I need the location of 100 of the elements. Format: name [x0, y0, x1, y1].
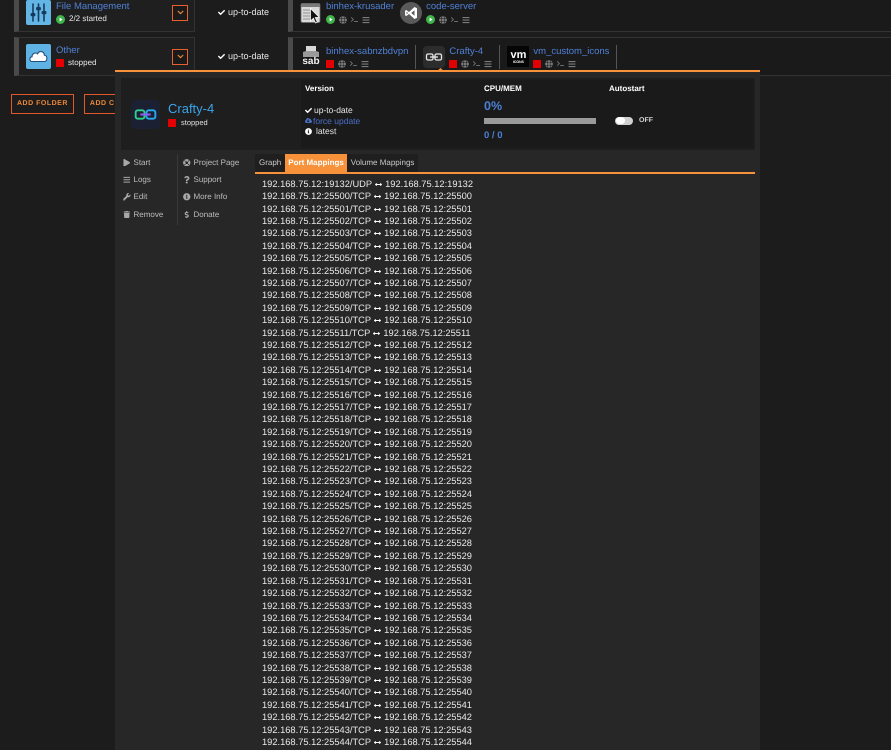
container-port-text: 192.168.75.12:25508: [384, 290, 472, 302]
globe-icon[interactable]: [339, 16, 347, 24]
double-arrow-icon: [374, 614, 382, 622]
update-status-text: up-to-date: [228, 7, 270, 18]
container-port-text: 192.168.75.12:25537: [384, 650, 472, 662]
tab[interactable]: Graph: [255, 154, 286, 172]
double-arrow-icon: [374, 230, 382, 238]
info-icon: [183, 193, 190, 201]
dollar-icon: [183, 210, 190, 218]
container-port-text: 192.168.75.12:25522: [384, 464, 472, 476]
host-port-text: 192.168.75.12:25544/TCP: [262, 736, 372, 748]
container-name-link[interactable]: binhex-krusader: [326, 1, 394, 12]
terminal-icon[interactable]: [351, 16, 358, 23]
container-port-text: 192.168.75.12:25524: [384, 488, 472, 500]
container-port-text: 192.168.75.12:25523: [384, 476, 472, 488]
terminal-icon[interactable]: [350, 60, 357, 67]
host-port-text: 192.168.75.12:25516/TCP: [262, 390, 372, 401]
double-arrow-icon: [374, 242, 382, 250]
container-port-text: 192.168.75.12:25513: [384, 352, 472, 364]
host-port-text: 192.168.75.12:25517/TCP: [262, 402, 372, 414]
menu-icon[interactable]: [568, 60, 576, 68]
action-link[interactable]: Edit: [123, 188, 177, 206]
double-arrow-icon: [374, 640, 382, 647]
container-port-text: 192.168.75.12:25533: [384, 600, 472, 612]
container-port-text: 192.168.75.12:25536: [384, 638, 472, 649]
host-port-text: 192.168.75.12:25522/TCP: [262, 464, 372, 476]
action-link[interactable]: Support: [183, 171, 240, 189]
dropdown-button[interactable]: [172, 4, 188, 20]
container-port-text: 192.168.75.12:25526: [384, 514, 472, 525]
host-port-text: 192.168.75.12:25526/TCP: [262, 514, 372, 525]
action-link[interactable]: Start: [123, 154, 177, 172]
tab[interactable]: Volume Mappings: [346, 154, 418, 172]
trash-icon: [123, 210, 130, 218]
dropdown-button[interactable]: [172, 48, 188, 64]
menu-icon[interactable]: [484, 60, 492, 68]
double-arrow-icon: [374, 528, 382, 536]
host-port-text: 192.168.75.12:25521/TCP: [262, 452, 372, 463]
double-arrow-icon: [374, 255, 382, 262]
container-port-text: 192.168.75.12:25532: [384, 588, 472, 600]
globe-icon[interactable]: [338, 60, 346, 68]
check-icon: [218, 9, 225, 16]
host-port-text: 192.168.75.12:25535/TCP: [262, 625, 372, 636]
double-arrow-icon: [374, 714, 382, 722]
container-port-text: 192.168.75.12:25517: [384, 402, 472, 414]
double-arrow-icon: [374, 490, 382, 498]
action-link[interactable]: Donate: [183, 206, 240, 224]
double-arrow-icon: [374, 590, 382, 598]
double-arrow-icon: [374, 627, 382, 634]
host-port-text: 192.168.75.12:25532/TCP: [262, 588, 372, 600]
action-link[interactable]: Project Page: [183, 154, 240, 172]
action-link[interactable]: More Info: [183, 188, 240, 206]
host-port-text: 192.168.75.12:25525/TCP: [262, 501, 372, 512]
globe-icon[interactable]: [439, 16, 448, 24]
container-name-link[interactable]: Crafty-4: [449, 46, 492, 56]
container-name-link[interactable]: code-server: [426, 1, 476, 12]
menu-icon[interactable]: [362, 16, 370, 24]
force-update-link[interactable]: force update: [305, 115, 484, 126]
double-arrow-icon: [374, 540, 382, 548]
terminal-icon[interactable]: [473, 60, 480, 67]
host-port-text: 192.168.75.12:19132/UDP: [262, 178, 372, 190]
action-link[interactable]: Logs: [123, 171, 177, 189]
terminal-icon[interactable]: [451, 16, 458, 23]
container-name-link[interactable]: binhex-sabnzbdvpn: [326, 46, 408, 56]
folder-name-link[interactable]: File Management: [56, 1, 172, 12]
container-port-text: 192.168.75.12:25505: [384, 253, 472, 264]
check-icon: [305, 106, 312, 114]
container-port-text: 192.168.75.12:25511: [383, 328, 471, 339]
double-arrow-icon: [374, 726, 382, 734]
host-port-text: 192.168.75.12:25539/TCP: [262, 674, 372, 686]
logo-text: sab: [302, 57, 320, 67]
action-link[interactable]: Remove: [123, 206, 177, 224]
globe-icon[interactable]: [461, 60, 470, 68]
info-icon: [305, 128, 312, 134]
cloud-download-icon: [305, 117, 312, 124]
globe-icon[interactable]: [545, 60, 554, 68]
double-arrow-icon: [374, 342, 382, 349]
container-port-text: 192.168.75.12:25501: [384, 204, 472, 215]
host-port-text: 192.168.75.12:25536/TCP: [262, 638, 372, 649]
double-arrow-icon: [374, 268, 382, 275]
host-port-text: 192.168.75.12:25527/TCP: [262, 526, 372, 538]
sliders-icon: [26, 0, 51, 25]
container-port-text: 192.168.75.12:25518: [384, 414, 472, 426]
container-port-text: 192.168.75.12:25535: [384, 625, 472, 636]
menu-icon[interactable]: [361, 60, 369, 68]
double-arrow-icon: [374, 454, 382, 461]
container-name-link[interactable]: vm_custom_icons: [533, 46, 610, 56]
container-port-text: 192.168.75.12:25515: [384, 377, 472, 388]
container-port-text: 192.168.75.12:25506: [384, 266, 472, 277]
host-port-text: 192.168.75.12:25529/TCP: [262, 550, 372, 562]
terminal-icon[interactable]: [557, 60, 564, 67]
double-arrow-icon: [374, 428, 382, 436]
autostart-toggle[interactable]: [615, 116, 633, 124]
container-port-text: 192.168.75.12:25528: [384, 538, 472, 550]
host-port-text: 192.168.75.12:25514/TCP: [262, 364, 372, 376]
column-heading: Version: [305, 84, 335, 94]
chevron-down-icon: [176, 9, 184, 16]
folder-name-link[interactable]: Other: [56, 45, 172, 56]
double-arrow-icon: [374, 280, 382, 287]
menu-icon[interactable]: [462, 16, 470, 24]
container-port-text: 192.168.75.12:25538: [384, 662, 472, 674]
